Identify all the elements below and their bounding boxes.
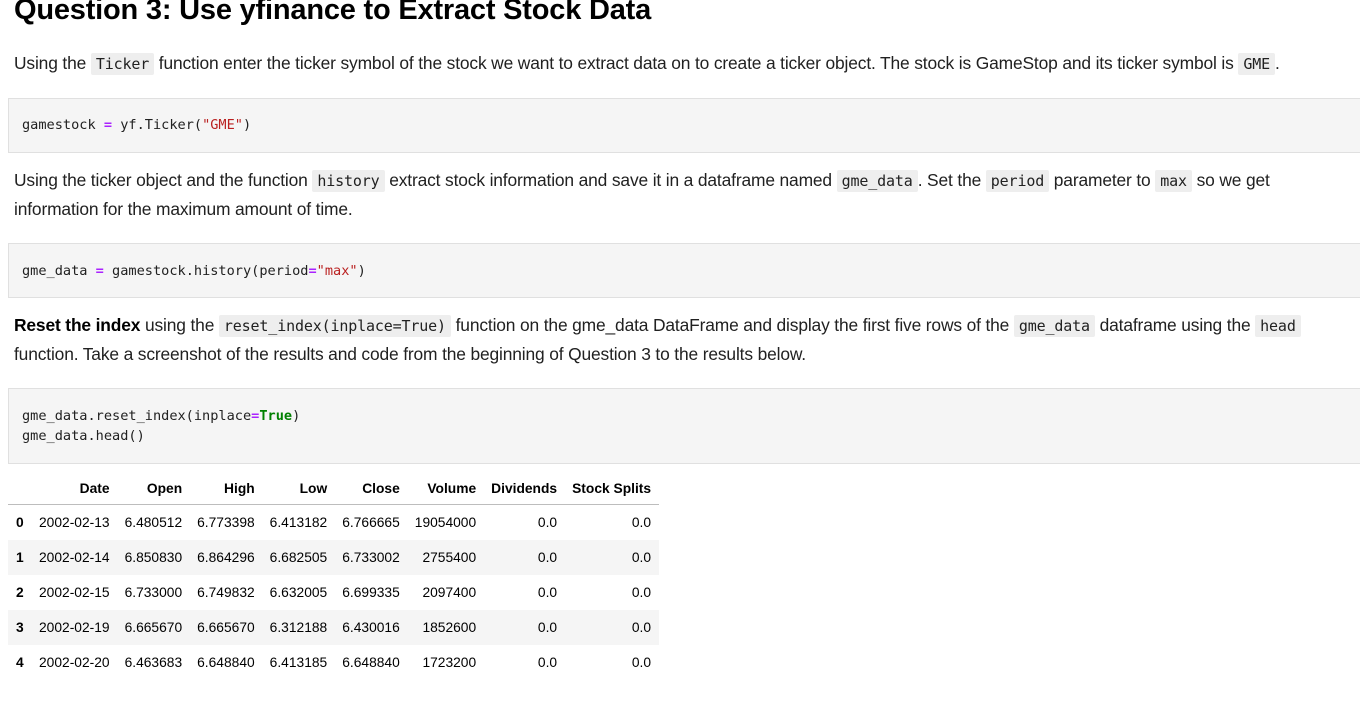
cell-date: 2002-02-14	[39, 550, 110, 565]
cell-low: 6.413182	[269, 515, 328, 530]
column-header-open: Open	[117, 472, 191, 505]
cell-low: 6.682505	[269, 550, 328, 565]
code-reset-head[interactable]: gme_data.reset_index(inplace=True) gme_d…	[9, 406, 1360, 446]
cell-open: 6.850830	[124, 550, 183, 565]
notebook-page: Question 3: Use yfinance to Extract Stoc…	[0, 0, 1360, 703]
cell-close: 6.699335	[342, 585, 400, 600]
row-index: 2	[16, 585, 24, 600]
index-header	[8, 472, 32, 505]
cell-stock-splits: 0.0	[631, 515, 652, 530]
inline-code-head: head	[1255, 315, 1301, 337]
cell-high: 6.773398	[197, 515, 255, 530]
code-cell-reset-head[interactable]: gme_data.reset_index(inplace=True) gme_d…	[8, 388, 1360, 464]
cell-open: 6.463683	[124, 655, 183, 670]
cell-open: 6.733000	[124, 585, 183, 600]
cell-close: 6.733002	[342, 550, 400, 565]
cell-stock-splits: 0.0	[631, 655, 652, 670]
cell-volume: 1723200	[422, 655, 477, 670]
inline-code-max: max	[1155, 170, 1192, 192]
cell-high: 6.864296	[197, 550, 255, 565]
inline-code-gme-data-2: gme_data	[1013, 315, 1095, 337]
column-header-dividends: Dividends	[484, 472, 566, 505]
cell-high: 6.648840	[197, 655, 255, 670]
cell-dividends: 0.0	[537, 585, 558, 600]
table-row: 0 2002-02-13 6.480512 6.773398 6.413182 …	[8, 504, 660, 540]
column-header-low: Low	[262, 472, 336, 505]
cell-low: 6.632005	[269, 585, 328, 600]
table-row: 2 2002-02-15 6.733000 6.749832 6.632005 …	[8, 575, 660, 610]
table-row: 4 2002-02-20 6.463683 6.648840 6.413185 …	[8, 645, 660, 680]
inline-code-history: history	[312, 170, 385, 192]
inline-code-gme-data: gme_data	[836, 170, 918, 192]
cell-stock-splits: 0.0	[631, 620, 652, 635]
table-row: 3 2002-02-19 6.665670 6.665670 6.312188 …	[8, 610, 660, 645]
instruction-reset-index: Reset the index using the reset_index(in…	[14, 311, 1346, 368]
column-header-stock-splits: Stock Splits	[565, 472, 660, 505]
cell-date: 2002-02-13	[39, 515, 110, 530]
row-index: 4	[16, 655, 24, 670]
cell-volume: 1852600	[422, 620, 477, 635]
cell-volume: 19054000	[414, 515, 477, 530]
cell-dividends: 0.0	[537, 550, 558, 565]
cell-stock-splits: 0.0	[631, 585, 652, 600]
inline-code-gme: GME	[1238, 53, 1275, 75]
column-header-date: Date	[32, 472, 118, 505]
column-header-close: Close	[335, 472, 408, 505]
cell-close: 6.430016	[342, 620, 400, 635]
cell-high: 6.749832	[197, 585, 255, 600]
cell-volume: 2097400	[422, 585, 477, 600]
instruction-history: Using the ticker object and the function…	[14, 170, 1270, 219]
instruction-ticker: Using the Ticker function enter the tick…	[14, 53, 1280, 75]
code-ticker[interactable]: gamestock = yf.Ticker("GME")	[9, 115, 1360, 135]
cell-dividends: 0.0	[537, 515, 558, 530]
table-header-row: Date Open High Low Close Volume Dividend…	[8, 472, 660, 505]
cell-open: 6.665670	[124, 620, 183, 635]
row-index: 3	[16, 620, 24, 635]
code-cell-history[interactable]: gme_data = gamestock.history(period="max…	[8, 243, 1360, 298]
cell-dividends: 0.0	[537, 655, 558, 670]
column-header-high: High	[190, 472, 263, 505]
cell-dividends: 0.0	[537, 620, 558, 635]
cell-date: 2002-02-19	[39, 620, 110, 635]
cell-open: 6.480512	[124, 515, 183, 530]
cell-low: 6.312188	[269, 620, 328, 635]
cell-volume: 2755400	[422, 550, 477, 565]
dataframe-output: Date Open High Low Close Volume Dividend…	[8, 472, 660, 680]
cell-stock-splits: 0.0	[631, 550, 652, 565]
cell-date: 2002-02-20	[39, 655, 110, 670]
cell-close: 6.648840	[342, 655, 400, 670]
inline-code-ticker: Ticker	[90, 53, 155, 75]
cell-date: 2002-02-15	[39, 585, 110, 600]
row-index: 1	[16, 550, 24, 565]
code-cell-ticker[interactable]: gamestock = yf.Ticker("GME")	[8, 98, 1360, 153]
table-row: 1 2002-02-14 6.850830 6.864296 6.682505 …	[8, 540, 660, 575]
question-heading: Question 3: Use yfinance to Extract Stoc…	[14, 0, 652, 26]
cell-low: 6.413185	[269, 655, 328, 670]
cell-close: 6.766665	[342, 515, 400, 530]
column-header-volume: Volume	[407, 472, 485, 505]
inline-code-reset-index: reset_index(inplace=True)	[218, 315, 451, 337]
code-history[interactable]: gme_data = gamestock.history(period="max…	[9, 261, 1360, 281]
row-index: 0	[16, 515, 24, 530]
cell-high: 6.665670	[197, 620, 255, 635]
inline-code-period: period	[985, 170, 1050, 192]
